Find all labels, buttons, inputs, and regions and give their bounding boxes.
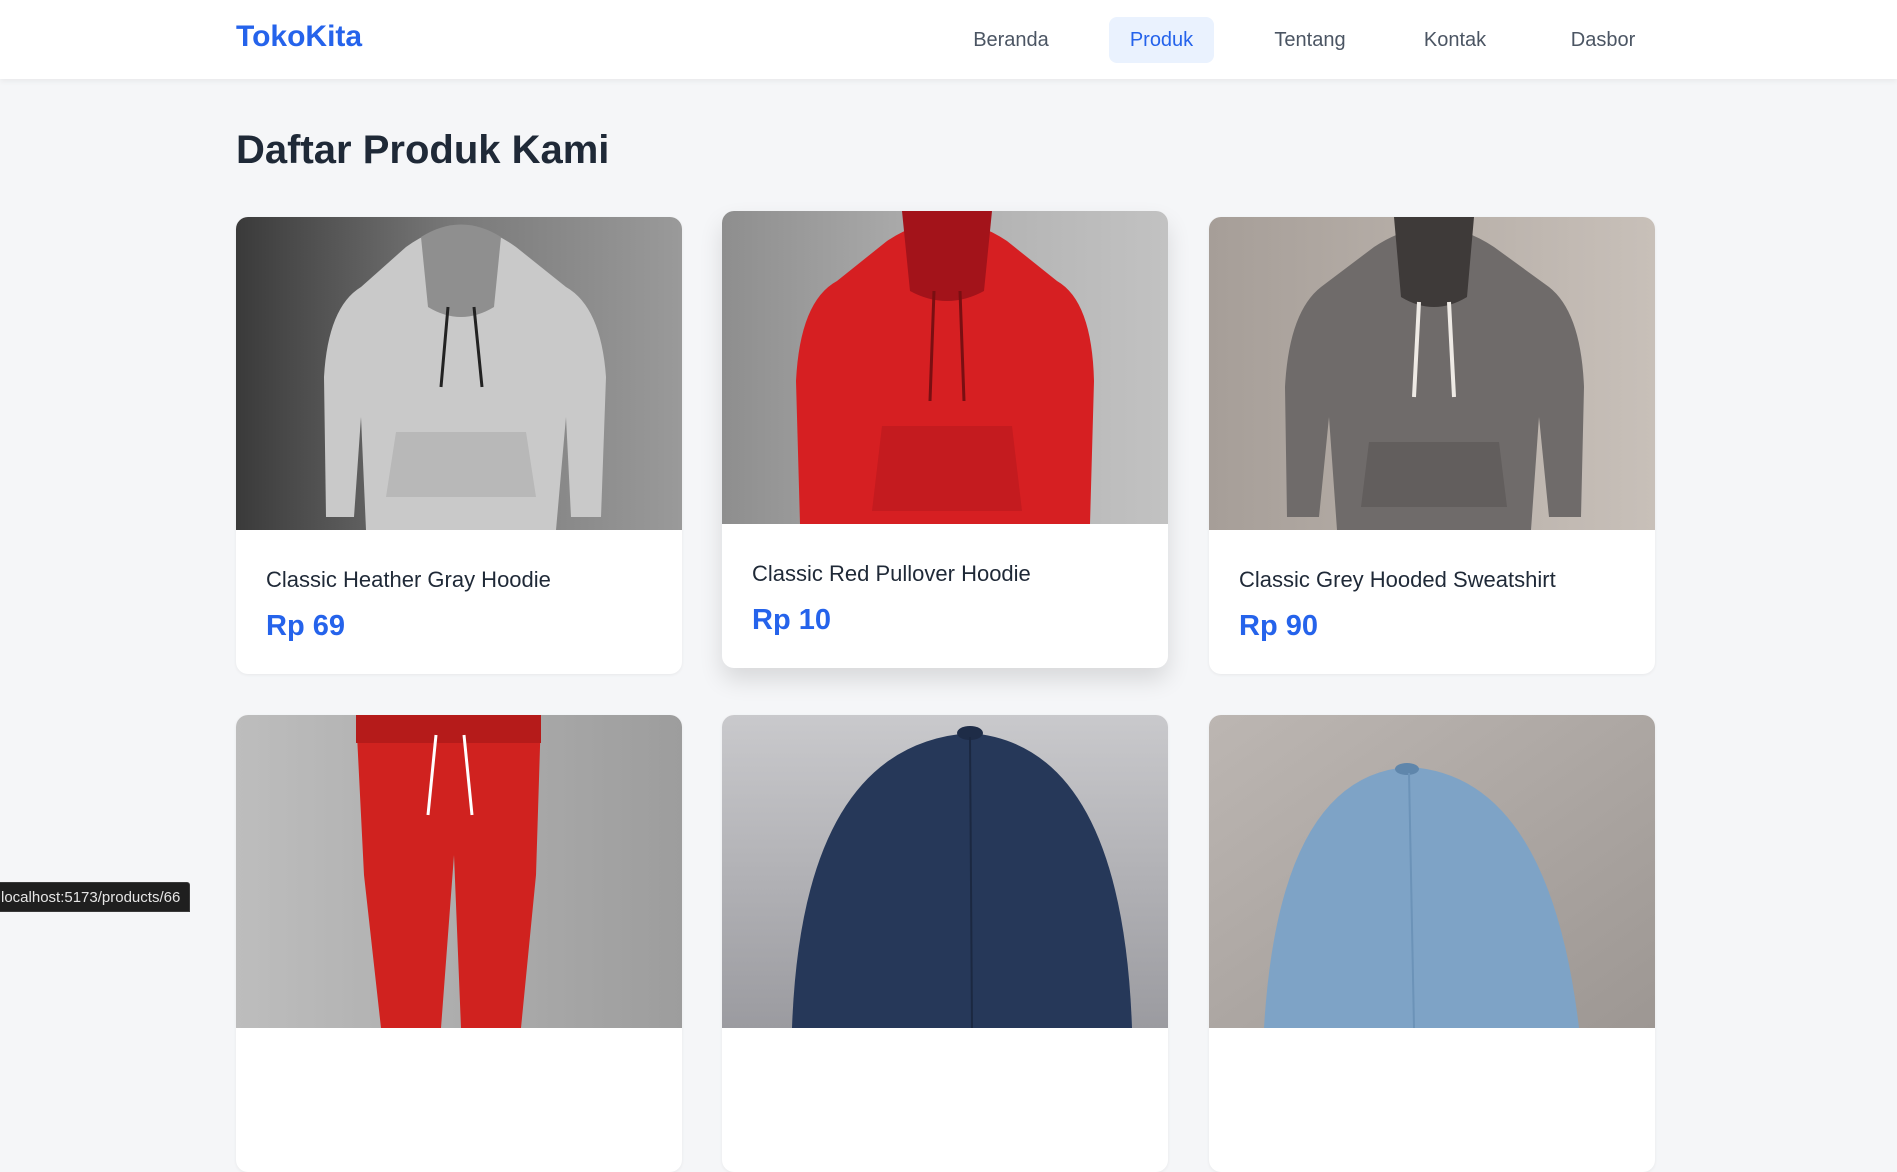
nav-item-kontak[interactable]: Kontak — [1407, 17, 1503, 63]
red-hoodie-image — [722, 211, 1168, 524]
product-price: Rp 69 — [266, 610, 345, 642]
brand-logo[interactable]: TokoKita — [236, 20, 362, 54]
product-card[interactable] — [236, 715, 682, 1172]
nav-item-dasbor[interactable]: Dasbor — [1546, 17, 1660, 63]
grey-sweatshirt-image — [1209, 217, 1655, 530]
red-joggers-image — [236, 715, 682, 1028]
product-name: Classic Red Pullover Hoodie — [752, 561, 1031, 586]
light-blue-cap-image — [1209, 715, 1655, 1028]
page-title: Daftar Produk Kami — [236, 128, 610, 172]
product-card[interactable]: Classic Red Pullover Hoodie Rp 10 — [722, 211, 1168, 668]
product-name: Classic Heather Gray Hoodie — [266, 567, 551, 592]
nav-item-tentang[interactable]: Tentang — [1257, 17, 1363, 63]
navy-cap-image — [722, 715, 1168, 1028]
top-navbar: TokoKita Beranda Produk Tentang Kontak D… — [0, 0, 1897, 79]
product-price: Rp 90 — [1239, 610, 1318, 642]
product-card[interactable] — [1209, 715, 1655, 1172]
nav-item-produk[interactable]: Produk — [1109, 17, 1214, 63]
product-card[interactable]: Classic Heather Gray Hoodie Rp 69 — [236, 217, 682, 674]
gray-hoodie-image — [236, 217, 682, 530]
product-card[interactable]: Classic Grey Hooded Sweatshirt Rp 90 — [1209, 217, 1655, 674]
nav-item-beranda[interactable]: Beranda — [956, 17, 1066, 63]
status-bar-url: localhost:5173/products/66 — [0, 882, 191, 912]
product-card[interactable] — [722, 715, 1168, 1172]
product-price: Rp 10 — [752, 604, 831, 636]
product-name: Classic Grey Hooded Sweatshirt — [1239, 567, 1556, 592]
